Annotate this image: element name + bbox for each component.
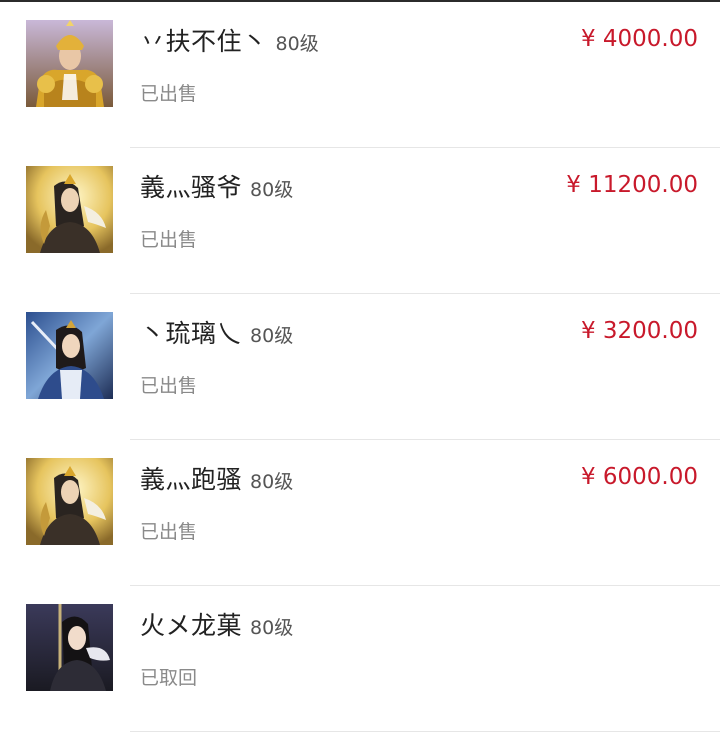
player-name: 義灬跑骚 <box>140 465 243 494</box>
listing-list: 丷扶不住丶 80级 已出售 ¥ 4000.00 義灬骚爷 80级 已出售 ¥ 1… <box>0 2 720 732</box>
status-label: 已出售 <box>140 83 198 105</box>
price-label: ¥ 3200.00 <box>580 318 698 344</box>
golden-crowned-warrior-icon <box>26 166 113 253</box>
golden-armor-warrior-icon <box>26 20 113 107</box>
player-level: 80级 <box>275 33 319 55</box>
status-label: 已出售 <box>140 375 198 397</box>
player-name: 義灬骚爷 <box>140 173 243 202</box>
player-level: 80级 <box>250 471 294 493</box>
player-level: 80级 <box>250 617 294 639</box>
list-item[interactable]: 丷扶不住丶 80级 已出售 ¥ 4000.00 <box>0 2 720 148</box>
list-item[interactable]: 火メ龙菓 80级 已取回 <box>0 586 720 732</box>
list-item[interactable]: 義灬跑骚 80级 已出售 ¥ 6000.00 <box>0 440 720 586</box>
blue-robed-swordsman-icon <box>26 312 113 399</box>
list-item[interactable]: 義灬骚爷 80级 已出售 ¥ 11200.00 <box>0 148 720 294</box>
status-label: 已出售 <box>140 229 198 251</box>
player-level: 80级 <box>250 325 294 347</box>
price-label: ¥ 11200.00 <box>566 172 698 198</box>
price-label: ¥ 4000.00 <box>580 26 698 52</box>
price-label: ¥ 6000.00 <box>580 464 698 490</box>
player-name: 丷扶不住丶 <box>140 27 268 56</box>
player-name: 火メ龙菓 <box>140 611 243 640</box>
dark-haired-heroine-icon <box>26 604 113 691</box>
list-item[interactable]: 丶琉璃乀 80级 已出售 ¥ 3200.00 <box>0 294 720 440</box>
status-label: 已取回 <box>140 667 198 689</box>
status-label: 已出售 <box>140 521 198 543</box>
golden-crowned-warrior-icon <box>26 458 113 545</box>
player-level: 80级 <box>250 179 294 201</box>
player-name: 丶琉璃乀 <box>140 319 243 348</box>
